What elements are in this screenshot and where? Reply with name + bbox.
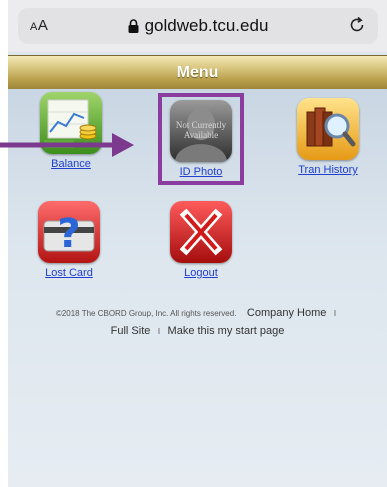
highlight-box xyxy=(158,93,244,185)
phone-screen: AA goldweb.tcu.edu Menu Balance Not Curr… xyxy=(8,0,387,487)
tile-lost-card[interactable]: ? Lost Card xyxy=(33,201,105,279)
separator: I xyxy=(157,327,161,336)
pointer-arrow-icon xyxy=(0,133,134,157)
logout-x-icon[interactable] xyxy=(170,201,232,263)
reload-icon[interactable] xyxy=(348,16,366,34)
lost-card-link[interactable]: Lost Card xyxy=(33,267,105,279)
copyright-text: ©2018 The CBORD Group, Inc. All rights r… xyxy=(55,309,237,318)
tran-history-link[interactable]: Tran History xyxy=(288,164,368,176)
separator: I xyxy=(333,309,337,318)
full-site-link[interactable]: Full Site xyxy=(111,325,151,337)
tran-history-icon[interactable] xyxy=(297,98,359,160)
url-display[interactable]: goldweb.tcu.edu xyxy=(18,16,378,36)
company-home-link[interactable]: Company Home xyxy=(247,307,326,319)
tile-tran-history[interactable]: Tran History xyxy=(288,98,368,176)
page-title: Menu xyxy=(176,64,219,81)
svg-text:?: ? xyxy=(57,211,80,257)
menu-header: Menu xyxy=(8,55,387,90)
browser-toolbar: AA goldweb.tcu.edu xyxy=(8,0,387,52)
start-page-link[interactable]: Make this my start page xyxy=(168,325,285,337)
footer: ©2018 The CBORD Group, Inc. All rights r… xyxy=(8,304,387,340)
address-bar[interactable]: AA goldweb.tcu.edu xyxy=(18,8,378,44)
lost-card-icon[interactable]: ? xyxy=(38,201,100,263)
logout-link[interactable]: Logout xyxy=(165,267,237,279)
tile-logout[interactable]: Logout xyxy=(165,201,237,279)
lock-icon xyxy=(128,19,139,33)
url-text: goldweb.tcu.edu xyxy=(144,16,269,35)
